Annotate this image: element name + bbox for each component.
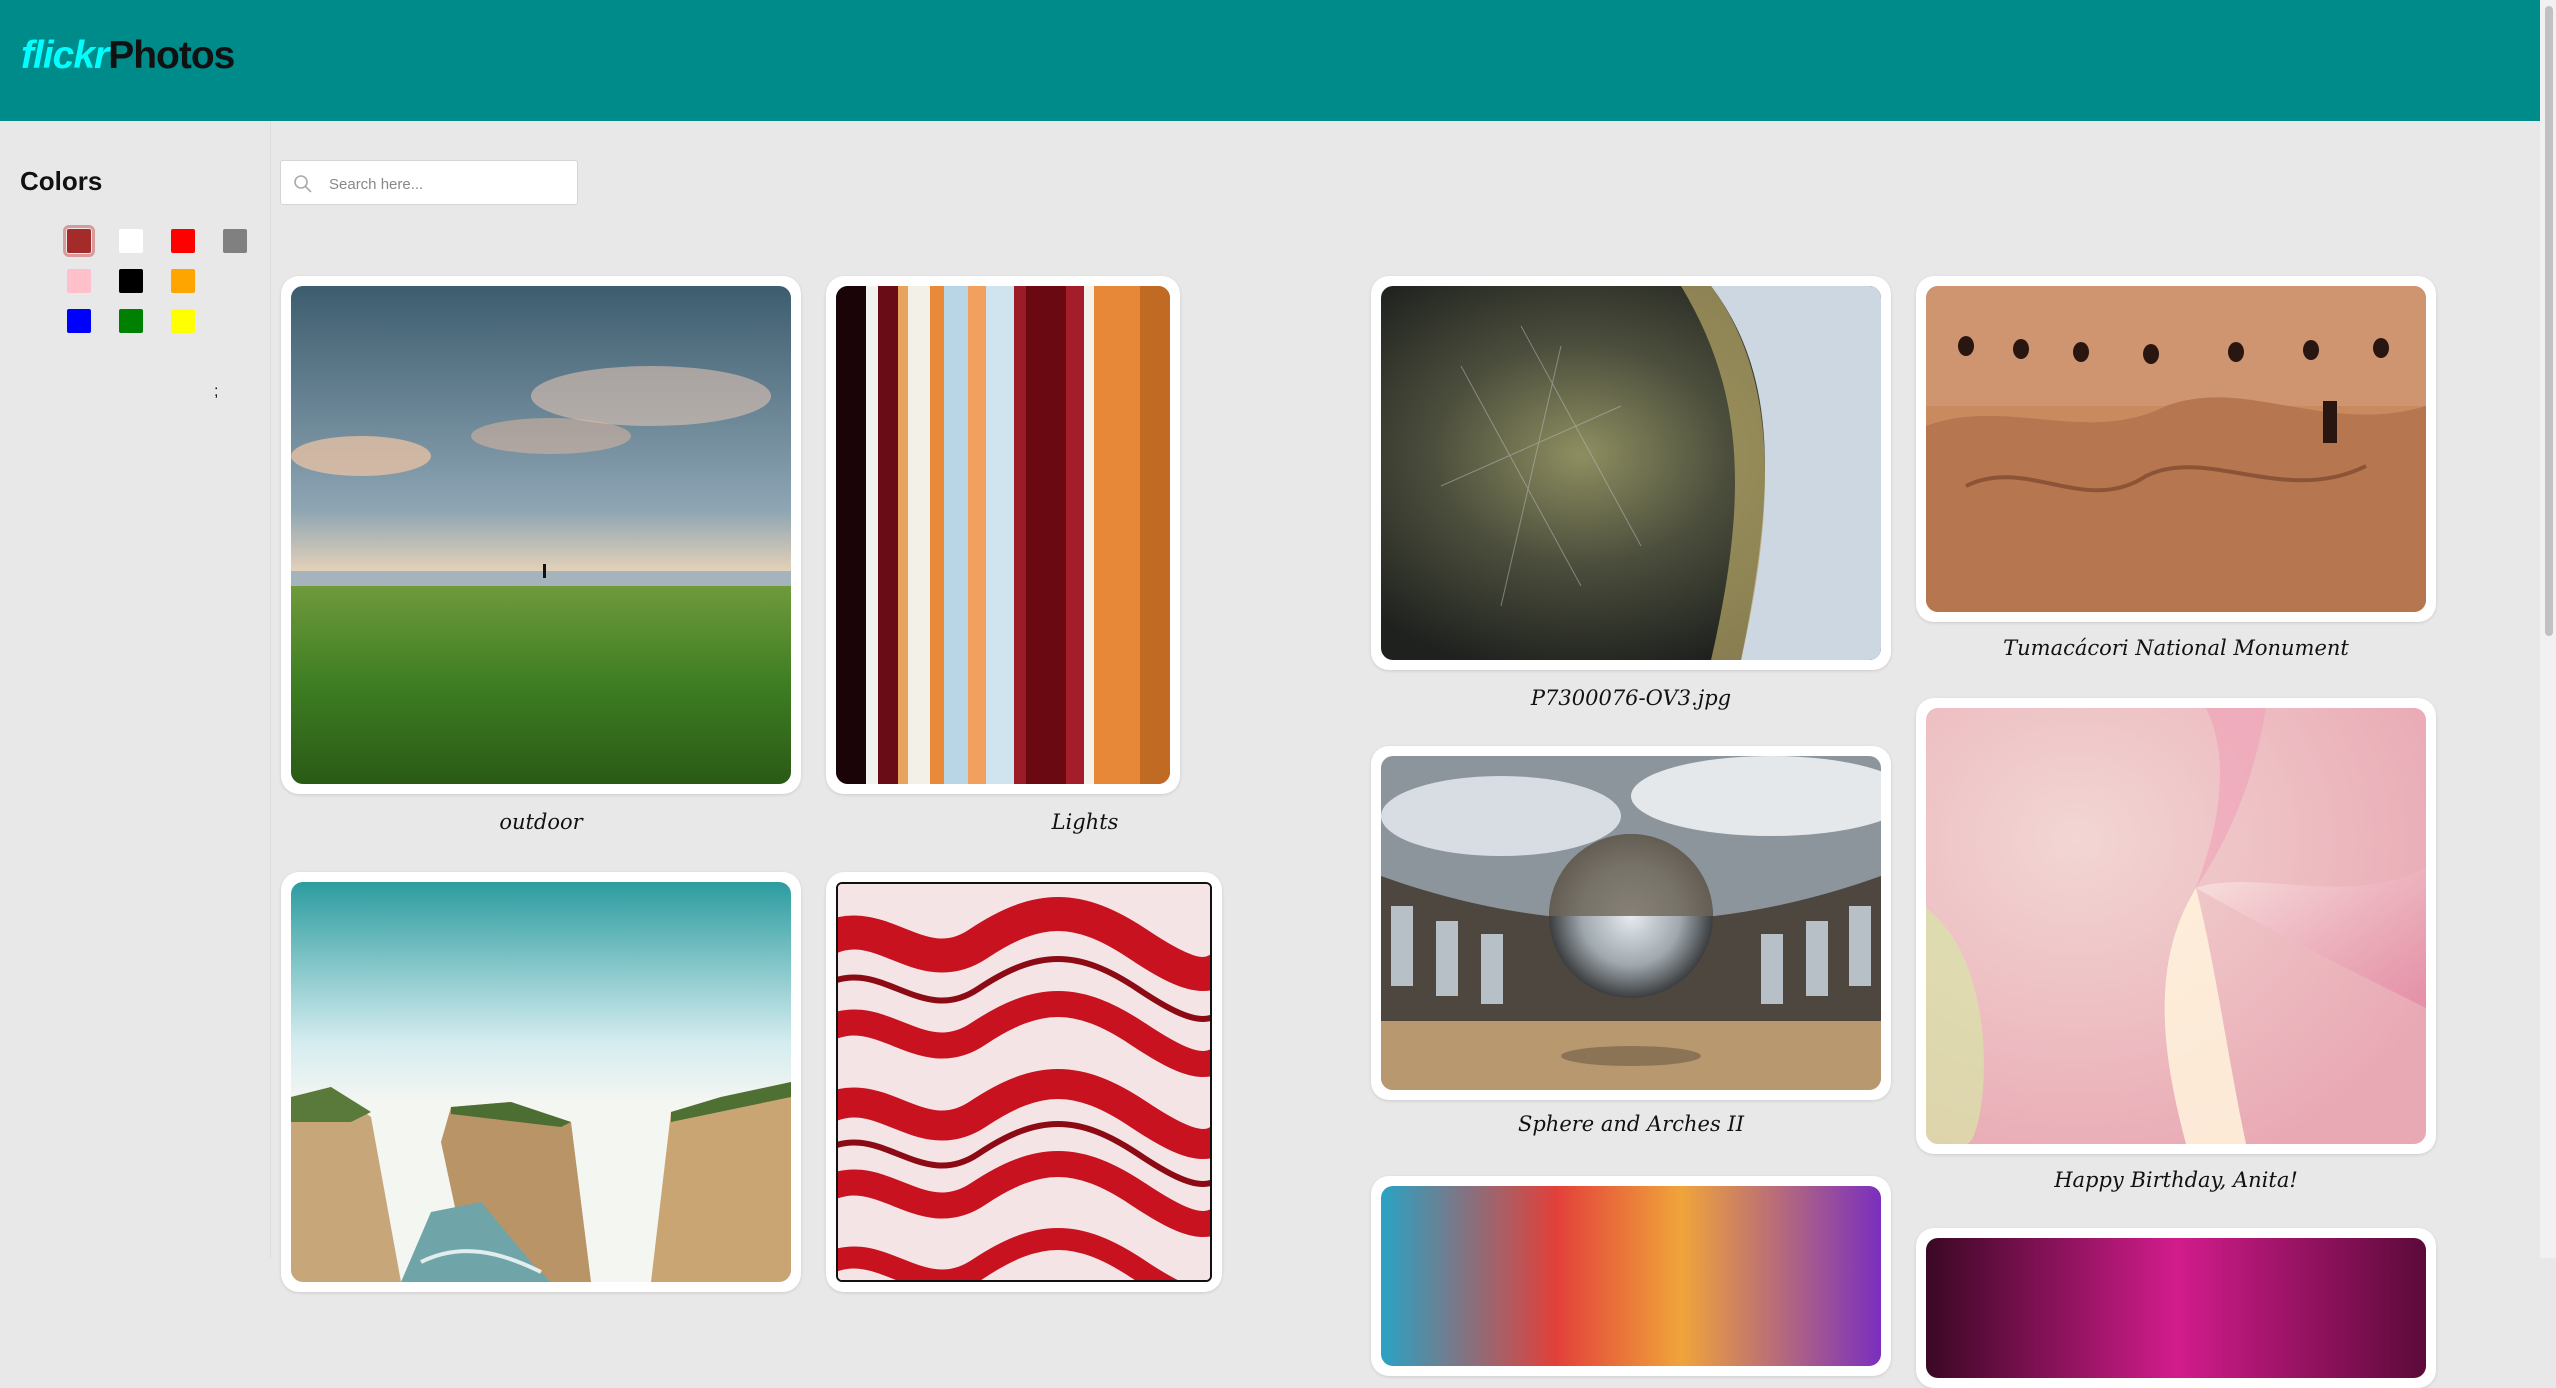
photo-card[interactable] xyxy=(1371,1176,1891,1376)
color-swatch-black[interactable] xyxy=(119,269,143,293)
photo-caption: outdoor xyxy=(499,810,583,834)
photo-image[interactable] xyxy=(1381,286,1881,660)
photo-card[interactable] xyxy=(281,872,801,1292)
search-box[interactable] xyxy=(280,160,578,205)
photo-card[interactable] xyxy=(1916,1228,2436,1388)
sidebar: Colors ; xyxy=(0,121,271,1258)
photo-image[interactable] xyxy=(836,286,1170,784)
photo-card[interactable] xyxy=(1916,276,2436,622)
color-swatch-yellow[interactable] xyxy=(171,309,195,333)
stray-semicolon: ; xyxy=(214,383,219,400)
logo[interactable]: flickrPhotos xyxy=(21,34,235,78)
color-swatch-green[interactable] xyxy=(119,309,143,333)
search-input[interactable] xyxy=(327,171,571,197)
photo-image[interactable] xyxy=(291,286,791,784)
photo-image[interactable] xyxy=(291,882,791,1282)
photo-image[interactable] xyxy=(836,882,1212,1282)
app-header: flickrPhotos xyxy=(0,0,2540,121)
search-icon xyxy=(294,175,312,193)
photo-card[interactable] xyxy=(281,276,801,794)
photo-caption: Tumacácori National Monument xyxy=(2003,636,2349,660)
photo-caption: P7300076-OV3.jpg xyxy=(1530,686,1732,710)
photo-caption: Lights xyxy=(1051,810,1119,834)
logo-suffix: Photos xyxy=(108,34,235,77)
color-swatch-brown[interactable] xyxy=(63,225,95,257)
photo-image[interactable] xyxy=(1926,1238,2426,1378)
photo-card[interactable] xyxy=(1371,746,1891,1100)
photo-card[interactable] xyxy=(1916,698,2436,1154)
photo-card[interactable] xyxy=(1371,276,1891,670)
color-swatch-blue[interactable] xyxy=(67,309,91,333)
photo-image[interactable] xyxy=(1381,756,1881,1090)
color-swatch-white[interactable] xyxy=(119,229,143,253)
photo-card[interactable] xyxy=(826,276,1180,794)
photo-image[interactable] xyxy=(1926,286,2426,612)
scrollbar-thumb[interactable] xyxy=(2545,6,2553,636)
photo-card[interactable] xyxy=(826,872,1222,1292)
color-swatch-orange[interactable] xyxy=(171,269,195,293)
page-scrollbar[interactable] xyxy=(2540,0,2556,1258)
photo-image[interactable] xyxy=(1926,708,2426,1144)
color-swatch-gray[interactable] xyxy=(223,229,247,253)
color-swatch-pink[interactable] xyxy=(67,269,91,293)
logo-prefix: flickr xyxy=(21,34,109,77)
photo-caption: Happy Birthday, Anita! xyxy=(2054,1168,2298,1192)
colors-heading: Colors xyxy=(20,166,103,196)
photo-caption: Sphere and Arches II xyxy=(1517,1112,1745,1136)
color-swatch-red[interactable] xyxy=(171,229,195,253)
photo-image[interactable] xyxy=(1381,1186,1881,1366)
